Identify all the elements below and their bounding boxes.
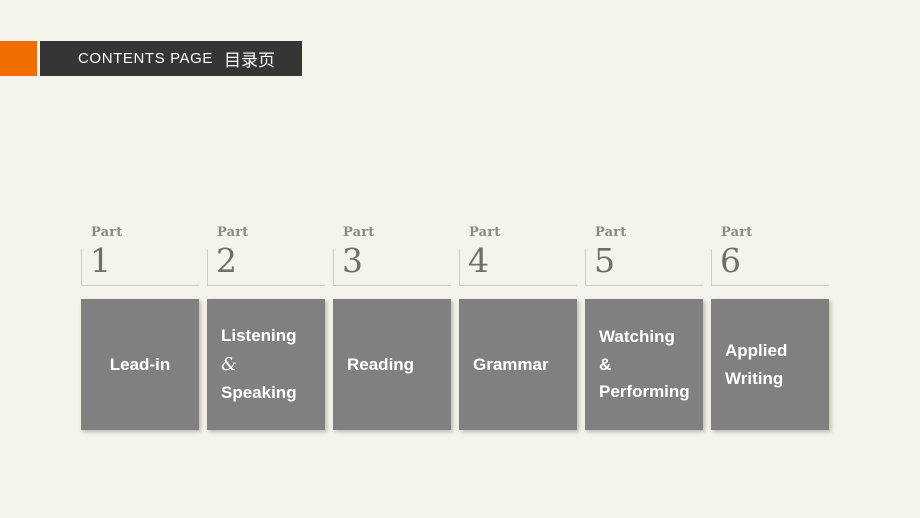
header-title-english: CONTENTS PAGE [78,50,214,67]
part-header-1: Part 1 [81,226,199,286]
section-title-1: Lead-in [109,354,171,374]
contents-column-2[interactable]: Part 2 Listening & Speaking [207,226,325,430]
section-panel-2[interactable]: Listening & Speaking [207,299,325,430]
section-title-4: Grammar [473,354,549,374]
contents-column-4[interactable]: Part 4 Grammar [459,226,577,430]
header-title-panel: CONTENTS PAGE 目录页 [40,41,302,76]
section-panel-5[interactable]: Watching & Performing [585,299,703,430]
section-panel-3[interactable]: Reading [333,299,451,430]
section-title-3: Reading [347,354,415,374]
part-number-2: 2 [216,241,237,280]
part-tick-icon-2 [207,249,208,285]
section-title-5-line1: Watching [599,327,675,347]
part-number-1: 1 [90,241,111,280]
section-title-2-line1: Listening [221,326,297,346]
part-label-2: Part [217,225,249,240]
contents-column-6[interactable]: Part 6 Applied Writing [711,226,829,430]
part-tick-icon-5 [585,249,586,285]
header-title-chinese: 目录页 [224,51,276,71]
part-label-4: Part [469,225,501,240]
contents-column-1[interactable]: Part 1 Lead-in [81,226,199,430]
part-tick-icon-3 [333,249,334,285]
section-panel-4[interactable]: Grammar [459,299,577,430]
part-header-3: Part 3 [333,226,451,286]
part-number-6: 6 [720,241,741,280]
part-header-4: Part 4 [459,226,577,286]
contents-columns: Part 1 Lead-in Part 2 Listening & Speaki… [81,226,843,430]
section-title-5-line3: Performing [599,382,690,402]
contents-header-bar: CONTENTS PAGE 目录页 [0,41,302,76]
part-number-5: 5 [594,241,615,280]
part-number-4: 4 [468,241,489,280]
part-tick-icon-4 [459,249,460,285]
part-tick-icon-1 [81,249,82,285]
section-title-5: Watching & Performing [599,323,690,406]
part-label-5: Part [595,225,627,240]
section-title-2-ampersand: & [221,353,238,375]
part-label-6: Part [721,225,753,240]
section-title-2: Listening & Speaking [221,322,297,406]
header-accent-block [0,41,37,76]
part-number-3: 3 [342,241,363,280]
section-title-2-line3: Speaking [221,383,297,403]
part-label-3: Part [343,225,375,240]
part-tick-icon-6 [711,249,712,285]
contents-column-5[interactable]: Part 5 Watching & Performing [585,226,703,430]
contents-column-3[interactable]: Part 3 Reading [333,226,451,430]
section-panel-6[interactable]: Applied Writing [711,299,829,430]
section-title-5-ampersand: & [599,354,612,374]
section-panel-1[interactable]: Lead-in [81,299,199,430]
part-header-2: Part 2 [207,226,325,286]
part-header-5: Part 5 [585,226,703,286]
part-label-1: Part [91,225,123,240]
section-title-6: Applied Writing [725,340,788,388]
part-header-6: Part 6 [711,226,829,286]
